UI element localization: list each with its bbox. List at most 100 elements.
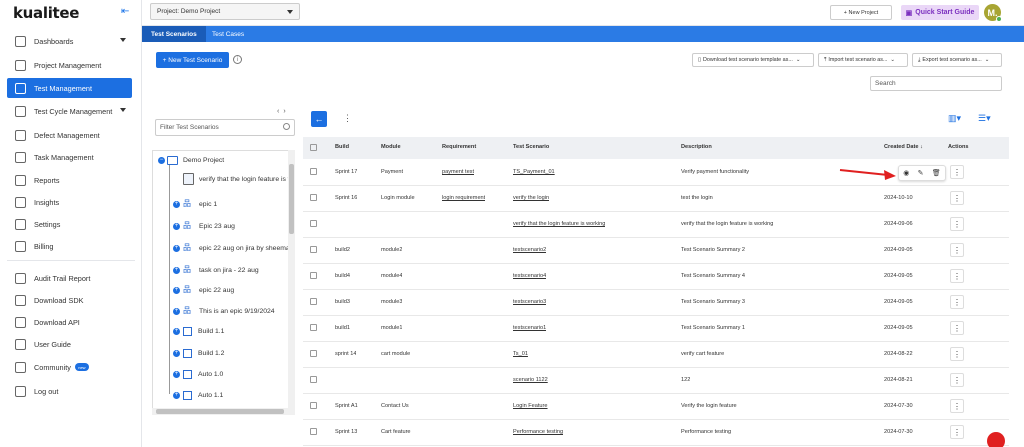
expand-icon[interactable]: + — [173, 392, 180, 399]
cell-scenario[interactable]: testscenario4 — [513, 273, 546, 279]
row-actions-menu-icon[interactable]: ⋮ — [950, 373, 964, 387]
scrollbar-thumb[interactable] — [289, 164, 294, 234]
tree-root-node[interactable]: − Demo Project — [158, 156, 224, 165]
kualitee-logo[interactable]: kualitee — [13, 4, 79, 22]
tree-node-build[interactable]: + Auto 1.1 — [173, 391, 223, 400]
row-actions-menu-icon[interactable]: ⋮ — [950, 165, 964, 179]
collapse-sidebar-icon[interactable]: ⇤ — [121, 7, 132, 17]
tree-node-epic[interactable]: + 品 task on jira - 22 aug — [173, 265, 259, 275]
info-icon[interactable]: i — [233, 55, 242, 64]
row-checkbox[interactable] — [310, 376, 317, 383]
cell-scenario[interactable]: testscenario1 — [513, 325, 546, 331]
new-test-scenario-button[interactable]: + New Test Scenario — [156, 52, 229, 68]
expand-icon[interactable]: + — [173, 307, 180, 315]
sidebar-item-defect-management[interactable]: Defect Management — [7, 125, 132, 145]
more-options-icon[interactable]: ⋮ — [343, 113, 352, 124]
row-checkbox[interactable] — [310, 428, 317, 435]
sidebar-item-settings[interactable]: Settings — [7, 214, 132, 234]
row-actions-menu-icon[interactable]: ⋮ — [950, 347, 964, 361]
tree-node-epic[interactable]: + 品 epic 22 aug — [173, 285, 234, 295]
tree-horizontal-scrollbar[interactable] — [152, 408, 288, 415]
sidebar-item-task-management[interactable]: Task Management — [7, 147, 132, 167]
expand-icon[interactable]: + — [173, 286, 180, 294]
download-template-button[interactable]: ▯ Download test scenario template as... … — [692, 53, 814, 67]
tree-scenario-node[interactable]: verify that the login feature is w — [183, 173, 293, 185]
row-actions-menu-icon[interactable]: ⋮ — [950, 295, 964, 309]
delete-trash-icon[interactable]: 🗑 — [932, 169, 941, 177]
sidebar-item-download-api[interactable]: Download API — [7, 312, 132, 332]
table-row[interactable]: verify that the login feature is working… — [303, 212, 1009, 238]
expand-icon[interactable]: + — [173, 328, 180, 335]
tree-node-build[interactable]: + Build 1.2 — [173, 349, 224, 358]
row-checkbox[interactable] — [310, 402, 317, 409]
edit-pencil-icon[interactable]: ✎ — [918, 169, 924, 177]
scrollbar-thumb[interactable] — [156, 409, 284, 414]
sidebar-item-test-cycle-management[interactable]: Test Cycle Management — [7, 101, 132, 121]
search-input[interactable]: Search — [870, 76, 1002, 91]
import-button[interactable]: ⤒ Import test scenario as... ⌄ — [818, 53, 908, 67]
table-row[interactable]: Sprint A1 Contact Us Login Feature Verify t… — [303, 394, 1009, 420]
table-row[interactable]: Sprint 13 Cart feature Performance testing… — [303, 420, 1009, 446]
column-header-description[interactable]: Description — [681, 144, 712, 150]
table-row[interactable]: Sprint 16 Login module login requirement ve… — [303, 186, 1009, 212]
select-all-checkbox[interactable] — [310, 144, 317, 151]
row-actions-menu-icon[interactable]: ⋮ — [950, 269, 964, 283]
row-checkbox[interactable] — [310, 324, 317, 331]
cell-scenario[interactable]: scenario 1122 — [513, 377, 548, 383]
cell-scenario[interactable]: testscenario3 — [513, 299, 546, 305]
row-actions-menu-icon[interactable]: ⋮ — [950, 217, 964, 231]
sidebar-item-community[interactable]: Community new — [7, 357, 132, 377]
tree-pager[interactable]: ‹› — [277, 108, 290, 115]
cell-scenario[interactable]: Ts_01 — [513, 351, 528, 357]
table-row[interactable]: sprint 14 cart module Ts_01 verify cart fea… — [303, 342, 1009, 368]
sidebar-item-audit-trail-report[interactable]: Audit Trail Report — [7, 268, 132, 288]
quick-start-guide-button[interactable]: ▣ Quick Start Guide — [901, 5, 979, 20]
avatar[interactable]: M. — [984, 4, 1002, 22]
row-checkbox[interactable] — [310, 350, 317, 357]
cell-scenario[interactable]: verify the login — [513, 195, 549, 201]
column-header-scenario[interactable]: Test Scenario — [513, 144, 549, 150]
filter-test-scenarios-input[interactable]: Filter Test Scenarios — [155, 119, 295, 136]
row-checkbox[interactable] — [310, 246, 317, 253]
cell-scenario[interactable]: testscenario2 — [513, 247, 546, 253]
cell-scenario[interactable]: TS_Payment_01 — [513, 169, 555, 175]
columns-icon[interactable]: ▥▾ — [948, 113, 961, 124]
tree-node-epic[interactable]: + 品 epic 22 aug on jira by sheema — [173, 243, 290, 253]
sidebar-item-billing[interactable]: Billing — [7, 236, 132, 256]
cell-scenario[interactable]: Performance testing — [513, 429, 563, 435]
tree-node-build[interactable]: + Build 1.1 — [173, 327, 224, 336]
export-button[interactable]: ⤓ Export test scenario as... ⌄ — [912, 53, 1002, 67]
tree-node-epic[interactable]: + 品 Epic 23 aug — [173, 221, 235, 231]
row-actions-menu-icon[interactable]: ⋮ — [950, 321, 964, 335]
expand-icon[interactable]: + — [173, 266, 180, 274]
project-select[interactable]: Project: Demo Project — [150, 3, 300, 20]
tree-node-build[interactable]: + Auto 1.0 — [173, 370, 223, 379]
expand-icon[interactable]: + — [173, 350, 180, 357]
view-eye-icon[interactable]: ◉ — [903, 169, 909, 177]
tree-node-epic[interactable]: + 品 epic 1 — [173, 199, 217, 209]
table-row[interactable]: build3 module3 testscenario3 Test Scenario … — [303, 290, 1009, 316]
sidebar-item-test-management[interactable]: Test Management — [7, 78, 132, 98]
row-checkbox[interactable] — [310, 194, 317, 201]
sidebar-item-insights[interactable]: Insights — [7, 192, 132, 212]
column-header-module[interactable]: Module — [381, 144, 401, 150]
sidebar-item-user-guide[interactable]: User Guide — [7, 334, 132, 354]
column-header-requirement[interactable]: Requirement — [442, 144, 476, 150]
table-row[interactable]: build2 module2 testscenario2 Test Scenario … — [303, 238, 1009, 264]
table-row[interactable]: scenario 1122 122 2024-08-21 ⋮ — [303, 368, 1009, 394]
row-actions-menu-icon[interactable]: ⋮ — [950, 399, 964, 413]
cell-scenario[interactable]: Login Feature — [513, 403, 548, 409]
expand-icon[interactable]: + — [173, 222, 180, 230]
expand-icon[interactable]: + — [173, 200, 180, 208]
row-actions-menu-icon[interactable]: ⋮ — [950, 243, 964, 257]
new-project-button[interactable]: + New Project — [830, 5, 892, 20]
cell-requirement[interactable]: payment test — [442, 169, 474, 175]
table-row[interactable]: build4 module4 testscenario4 Test Scenario … — [303, 264, 1009, 290]
row-checkbox[interactable] — [310, 298, 317, 305]
row-checkbox[interactable] — [310, 272, 317, 279]
cell-requirement[interactable]: login requirement — [442, 195, 485, 201]
expand-icon[interactable]: + — [173, 371, 180, 378]
row-checkbox[interactable] — [310, 168, 317, 175]
row-checkbox[interactable] — [310, 220, 317, 227]
column-header-created-date[interactable]: Created Date ↓ — [884, 144, 923, 150]
